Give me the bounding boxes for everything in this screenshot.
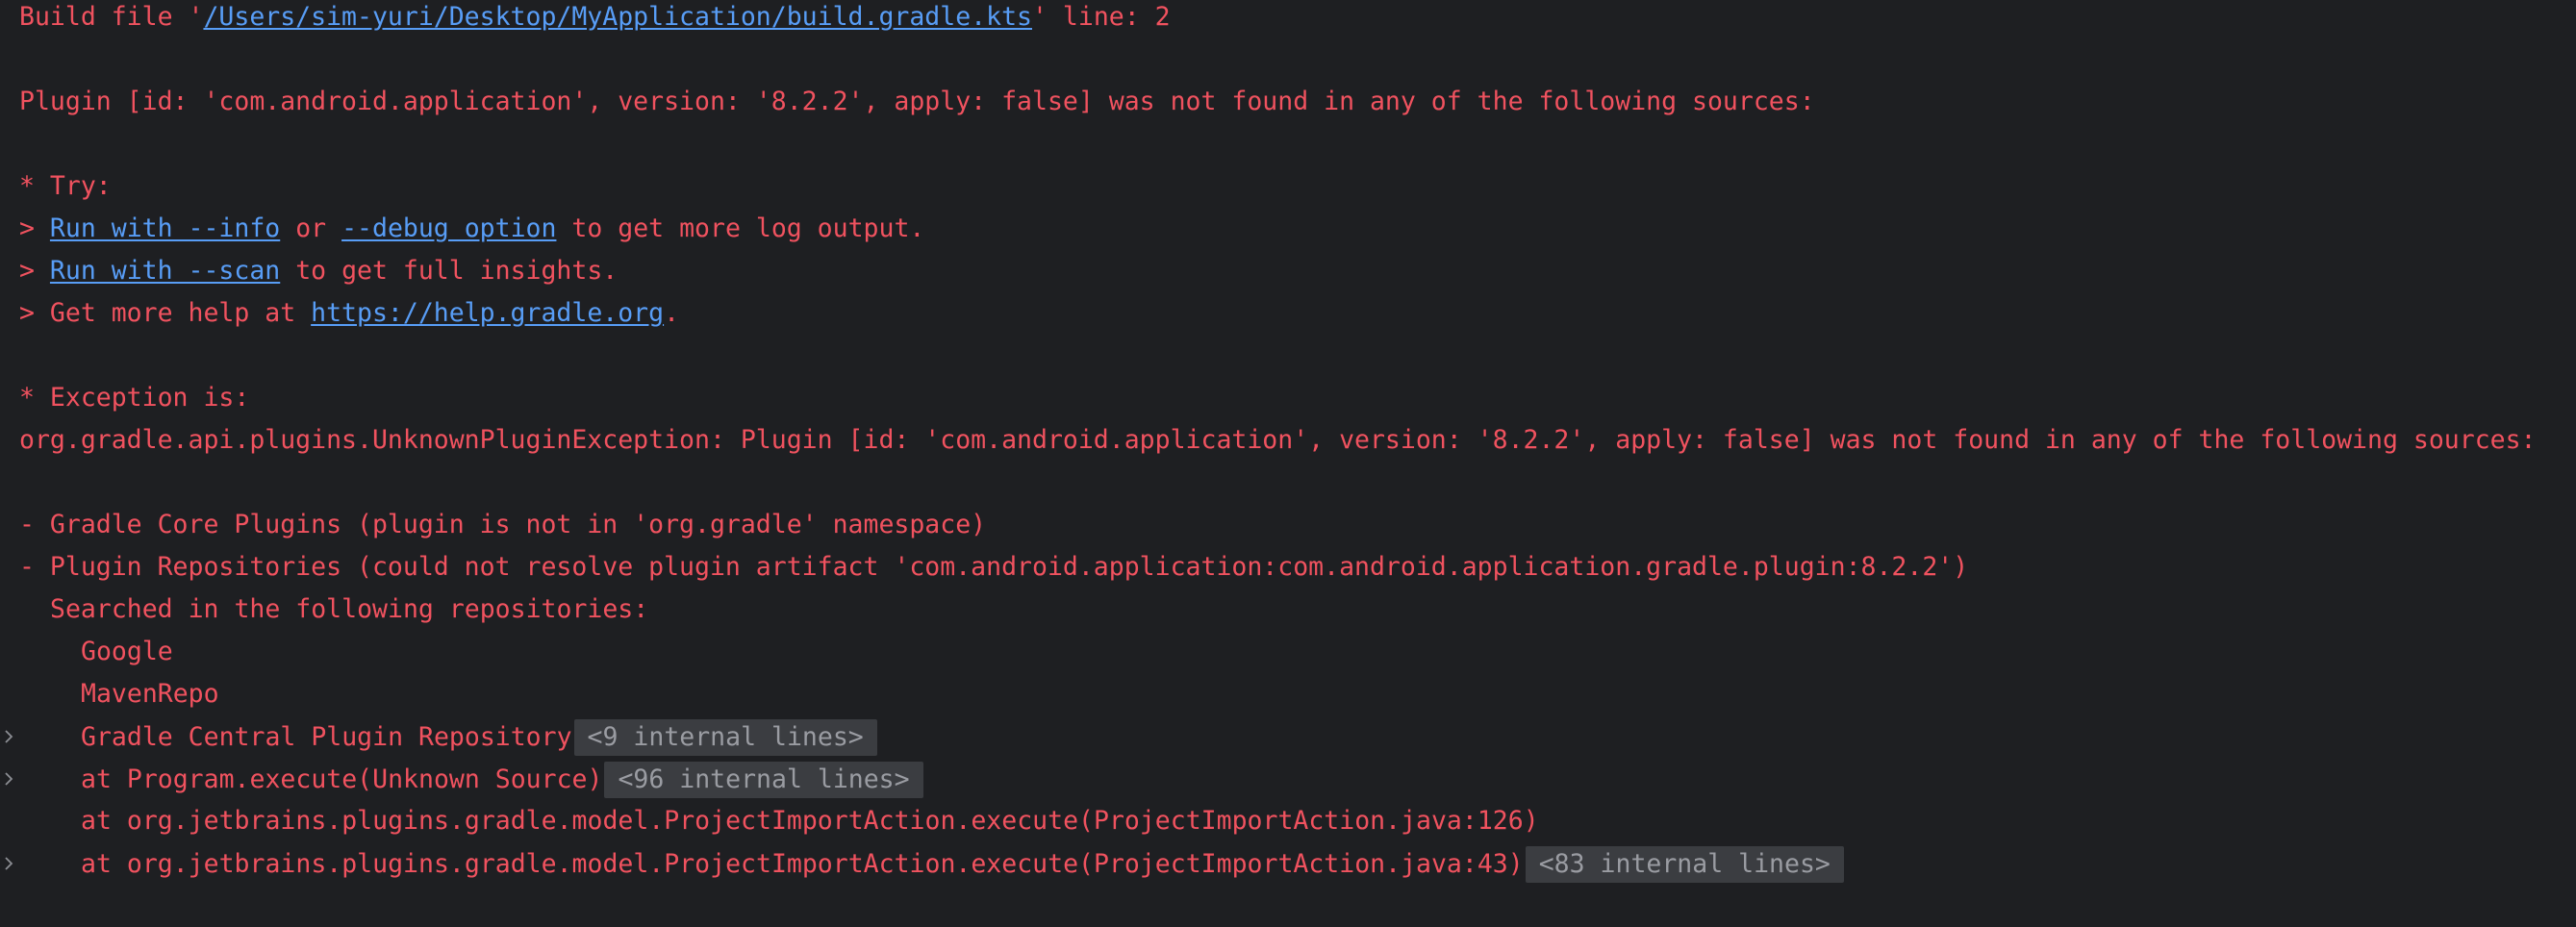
- source-core-plugins: - Gradle Core Plugins (plugin is not in …: [19, 510, 987, 539]
- help-suffix: .: [664, 298, 680, 328]
- console-output: Build file '/Users/sim-yuri/Desktop/MyAp…: [0, 0, 2576, 927]
- try-prompt: >: [19, 256, 50, 286]
- stack-frame-project-import-126: at org.jetbrains.plugins.gradle.model.Pr…: [81, 804, 1539, 846]
- gradle-help-link[interactable]: https://help.gradle.org: [311, 298, 664, 328]
- debug-option-link[interactable]: --debug option: [341, 213, 556, 243]
- try-line-info-suffix: to get more log output.: [556, 213, 925, 243]
- try-line-scan-suffix: to get full insights.: [280, 256, 619, 286]
- stack-frame-text: at org.jetbrains.plugins.gradle.model.Pr…: [81, 849, 1524, 879]
- expand-chevron-icon[interactable]: [2, 846, 17, 881]
- build-file-line: Build file '/Users/sim-yuri/Desktop/MyAp…: [19, 0, 1171, 42]
- build-file-prefix: Build file ': [19, 2, 204, 32]
- run-with-info-link[interactable]: Run with --info: [50, 213, 280, 243]
- repo-gradle-central-text: Gradle Central Plugin Repository: [81, 722, 572, 752]
- plugin-error-line: Plugin [id: 'com.android.application', v…: [19, 87, 1815, 116]
- try-line-scan: > Run with --scan to get full insights.: [19, 254, 618, 296]
- stack-frame-text: at org.jetbrains.plugins.gradle.model.Pr…: [81, 806, 1539, 836]
- source-plugin-repositories: - Plugin Repositories (could not resolve…: [19, 552, 1969, 582]
- exception-heading: * Exception is:: [19, 383, 250, 413]
- internal-lines-badge[interactable]: <9 internal lines>: [573, 719, 877, 756]
- repo-mavenrepo: MavenRepo: [81, 679, 219, 709]
- searched-repositories-text: Searched in the following repositories:: [50, 594, 649, 624]
- repo-google: Google: [81, 637, 173, 666]
- exception-message: org.gradle.api.plugins.UnknownPluginExce…: [19, 425, 2537, 455]
- stack-frame-project-import-43: at org.jetbrains.plugins.gradle.model.Pr…: [81, 846, 1844, 889]
- try-heading: * Try:: [19, 171, 112, 201]
- stack-frame-program-execute: at Program.execute(Unknown Source) <96 in…: [81, 762, 923, 804]
- internal-lines-badge[interactable]: <83 internal lines>: [1525, 846, 1844, 883]
- stack-frame-text: at Program.execute(Unknown Source): [81, 764, 603, 794]
- run-with-scan-link[interactable]: Run with --scan: [50, 256, 280, 286]
- try-line-info: > Run with --info or --debug option to g…: [19, 212, 924, 254]
- try-prompt: >: [19, 213, 50, 243]
- try-or-text: or: [280, 213, 342, 243]
- try-line-help: > Get more help at https://help.gradle.o…: [19, 296, 679, 338]
- expand-chevron-icon[interactable]: [2, 762, 17, 796]
- help-prefix: > Get more help at: [19, 298, 312, 328]
- expand-chevron-icon[interactable]: [2, 719, 17, 754]
- internal-lines-badge[interactable]: <96 internal lines>: [604, 762, 923, 798]
- repo-gradle-central: Gradle Central Plugin Repository <9 inter…: [81, 719, 877, 762]
- build-file-link[interactable]: /Users/sim-yuri/Desktop/MyApplication/bu…: [203, 2, 1032, 32]
- build-file-suffix: ' line: 2: [1032, 2, 1171, 32]
